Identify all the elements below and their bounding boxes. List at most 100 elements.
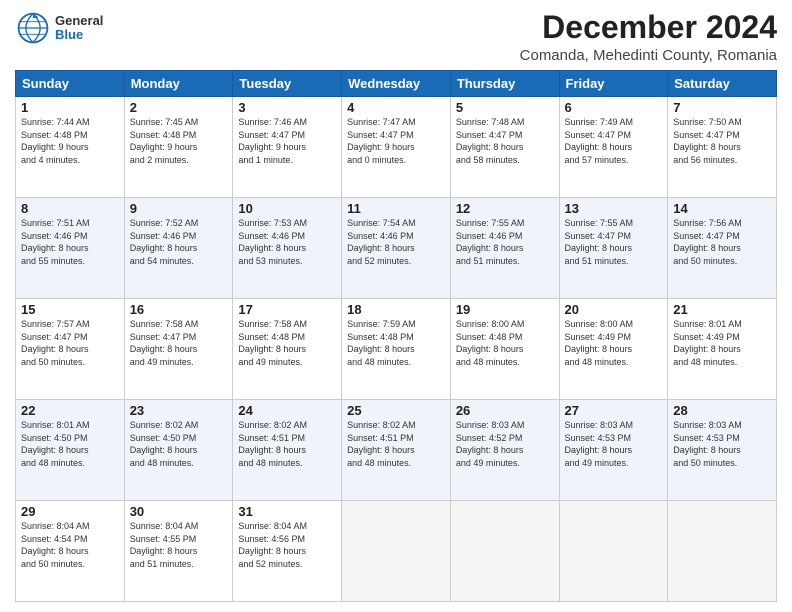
calendar-week-3: 15Sunrise: 7:57 AM Sunset: 4:47 PM Dayli…	[16, 299, 777, 400]
day-number: 16	[130, 302, 228, 317]
calendar-cell: 28Sunrise: 8:03 AM Sunset: 4:53 PM Dayli…	[668, 400, 777, 501]
day-number: 30	[130, 504, 228, 519]
calendar-cell: 25Sunrise: 8:02 AM Sunset: 4:51 PM Dayli…	[342, 400, 451, 501]
day-number: 19	[456, 302, 554, 317]
calendar-cell: 23Sunrise: 8:02 AM Sunset: 4:50 PM Dayli…	[124, 400, 233, 501]
day-number: 25	[347, 403, 445, 418]
calendar-cell	[450, 501, 559, 602]
day-number: 5	[456, 100, 554, 115]
day-number: 20	[565, 302, 663, 317]
day-number: 14	[673, 201, 771, 216]
day-info: Sunrise: 7:58 AM Sunset: 4:47 PM Dayligh…	[130, 318, 228, 368]
calendar-cell: 9Sunrise: 7:52 AM Sunset: 4:46 PM Daylig…	[124, 198, 233, 299]
logo-icon	[15, 10, 51, 46]
calendar-cell: 24Sunrise: 8:02 AM Sunset: 4:51 PM Dayli…	[233, 400, 342, 501]
day-info: Sunrise: 7:57 AM Sunset: 4:47 PM Dayligh…	[21, 318, 119, 368]
calendar-cell: 2Sunrise: 7:45 AM Sunset: 4:48 PM Daylig…	[124, 97, 233, 198]
day-info: Sunrise: 7:52 AM Sunset: 4:46 PM Dayligh…	[130, 217, 228, 267]
page: General Blue December 2024 Comanda, Mehe…	[0, 0, 792, 612]
day-info: Sunrise: 8:02 AM Sunset: 4:51 PM Dayligh…	[347, 419, 445, 469]
calendar-header-row: Sunday Monday Tuesday Wednesday Thursday…	[16, 71, 777, 97]
logo-text: General Blue	[55, 14, 103, 43]
location-title: Comanda, Mehedinti County, Romania	[520, 47, 777, 64]
col-wednesday: Wednesday	[342, 71, 451, 97]
calendar-cell: 20Sunrise: 8:00 AM Sunset: 4:49 PM Dayli…	[559, 299, 668, 400]
day-number: 17	[238, 302, 336, 317]
calendar-cell: 15Sunrise: 7:57 AM Sunset: 4:47 PM Dayli…	[16, 299, 125, 400]
title-area: December 2024 Comanda, Mehedinti County,…	[520, 10, 777, 64]
day-info: Sunrise: 7:48 AM Sunset: 4:47 PM Dayligh…	[456, 116, 554, 166]
calendar-cell: 12Sunrise: 7:55 AM Sunset: 4:46 PM Dayli…	[450, 198, 559, 299]
calendar-cell	[559, 501, 668, 602]
day-info: Sunrise: 7:44 AM Sunset: 4:48 PM Dayligh…	[21, 116, 119, 166]
calendar-cell	[342, 501, 451, 602]
calendar-cell: 18Sunrise: 7:59 AM Sunset: 4:48 PM Dayli…	[342, 299, 451, 400]
day-info: Sunrise: 7:50 AM Sunset: 4:47 PM Dayligh…	[673, 116, 771, 166]
calendar-cell: 19Sunrise: 8:00 AM Sunset: 4:48 PM Dayli…	[450, 299, 559, 400]
calendar-cell: 1Sunrise: 7:44 AM Sunset: 4:48 PM Daylig…	[16, 97, 125, 198]
day-number: 29	[21, 504, 119, 519]
day-number: 23	[130, 403, 228, 418]
day-number: 15	[21, 302, 119, 317]
day-number: 27	[565, 403, 663, 418]
day-info: Sunrise: 8:02 AM Sunset: 4:50 PM Dayligh…	[130, 419, 228, 469]
calendar-cell: 6Sunrise: 7:49 AM Sunset: 4:47 PM Daylig…	[559, 97, 668, 198]
calendar-cell: 30Sunrise: 8:04 AM Sunset: 4:55 PM Dayli…	[124, 501, 233, 602]
calendar-cell: 5Sunrise: 7:48 AM Sunset: 4:47 PM Daylig…	[450, 97, 559, 198]
calendar-week-1: 1Sunrise: 7:44 AM Sunset: 4:48 PM Daylig…	[16, 97, 777, 198]
day-number: 7	[673, 100, 771, 115]
calendar-cell: 8Sunrise: 7:51 AM Sunset: 4:46 PM Daylig…	[16, 198, 125, 299]
day-info: Sunrise: 7:59 AM Sunset: 4:48 PM Dayligh…	[347, 318, 445, 368]
calendar-cell: 22Sunrise: 8:01 AM Sunset: 4:50 PM Dayli…	[16, 400, 125, 501]
day-number: 9	[130, 201, 228, 216]
calendar-cell: 29Sunrise: 8:04 AM Sunset: 4:54 PM Dayli…	[16, 501, 125, 602]
calendar-cell: 27Sunrise: 8:03 AM Sunset: 4:53 PM Dayli…	[559, 400, 668, 501]
calendar-week-5: 29Sunrise: 8:04 AM Sunset: 4:54 PM Dayli…	[16, 501, 777, 602]
day-info: Sunrise: 7:51 AM Sunset: 4:46 PM Dayligh…	[21, 217, 119, 267]
day-number: 13	[565, 201, 663, 216]
day-number: 3	[238, 100, 336, 115]
day-number: 24	[238, 403, 336, 418]
col-sunday: Sunday	[16, 71, 125, 97]
day-info: Sunrise: 7:49 AM Sunset: 4:47 PM Dayligh…	[565, 116, 663, 166]
logo: General Blue	[15, 10, 103, 46]
day-info: Sunrise: 7:54 AM Sunset: 4:46 PM Dayligh…	[347, 217, 445, 267]
day-info: Sunrise: 7:56 AM Sunset: 4:47 PM Dayligh…	[673, 217, 771, 267]
day-info: Sunrise: 8:02 AM Sunset: 4:51 PM Dayligh…	[238, 419, 336, 469]
day-info: Sunrise: 8:01 AM Sunset: 4:50 PM Dayligh…	[21, 419, 119, 469]
col-tuesday: Tuesday	[233, 71, 342, 97]
col-monday: Monday	[124, 71, 233, 97]
col-thursday: Thursday	[450, 71, 559, 97]
calendar-week-4: 22Sunrise: 8:01 AM Sunset: 4:50 PM Dayli…	[16, 400, 777, 501]
calendar-cell: 17Sunrise: 7:58 AM Sunset: 4:48 PM Dayli…	[233, 299, 342, 400]
day-info: Sunrise: 8:04 AM Sunset: 4:56 PM Dayligh…	[238, 520, 336, 570]
day-info: Sunrise: 7:55 AM Sunset: 4:47 PM Dayligh…	[565, 217, 663, 267]
month-title: December 2024	[520, 10, 777, 45]
day-number: 31	[238, 504, 336, 519]
day-number: 26	[456, 403, 554, 418]
day-number: 22	[21, 403, 119, 418]
day-number: 18	[347, 302, 445, 317]
calendar-cell: 4Sunrise: 7:47 AM Sunset: 4:47 PM Daylig…	[342, 97, 451, 198]
calendar-week-2: 8Sunrise: 7:51 AM Sunset: 4:46 PM Daylig…	[16, 198, 777, 299]
logo-general-text: General	[55, 14, 103, 28]
day-number: 4	[347, 100, 445, 115]
header: General Blue December 2024 Comanda, Mehe…	[15, 10, 777, 64]
calendar-cell: 10Sunrise: 7:53 AM Sunset: 4:46 PM Dayli…	[233, 198, 342, 299]
calendar-cell: 13Sunrise: 7:55 AM Sunset: 4:47 PM Dayli…	[559, 198, 668, 299]
day-number: 10	[238, 201, 336, 216]
day-number: 28	[673, 403, 771, 418]
calendar-table: Sunday Monday Tuesday Wednesday Thursday…	[15, 70, 777, 602]
day-number: 6	[565, 100, 663, 115]
calendar-cell: 3Sunrise: 7:46 AM Sunset: 4:47 PM Daylig…	[233, 97, 342, 198]
col-saturday: Saturday	[668, 71, 777, 97]
day-info: Sunrise: 8:03 AM Sunset: 4:53 PM Dayligh…	[673, 419, 771, 469]
calendar-cell: 21Sunrise: 8:01 AM Sunset: 4:49 PM Dayli…	[668, 299, 777, 400]
col-friday: Friday	[559, 71, 668, 97]
day-number: 12	[456, 201, 554, 216]
day-info: Sunrise: 7:58 AM Sunset: 4:48 PM Dayligh…	[238, 318, 336, 368]
calendar-cell: 26Sunrise: 8:03 AM Sunset: 4:52 PM Dayli…	[450, 400, 559, 501]
day-info: Sunrise: 7:47 AM Sunset: 4:47 PM Dayligh…	[347, 116, 445, 166]
day-info: Sunrise: 7:46 AM Sunset: 4:47 PM Dayligh…	[238, 116, 336, 166]
day-info: Sunrise: 7:53 AM Sunset: 4:46 PM Dayligh…	[238, 217, 336, 267]
